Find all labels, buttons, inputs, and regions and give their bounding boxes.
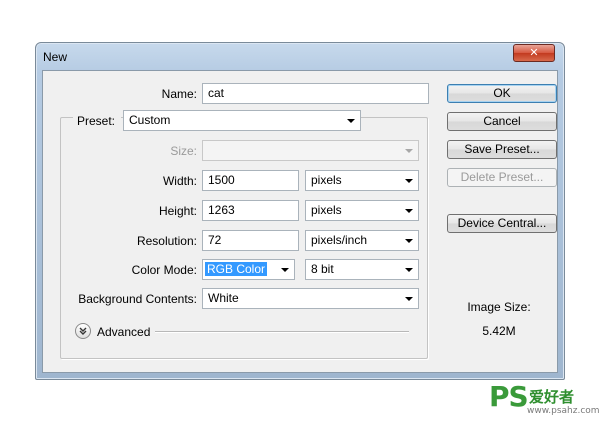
color-mode-value: RGB Color <box>205 262 268 276</box>
chevron-down-icon <box>281 268 289 272</box>
background-contents-value: White <box>208 291 239 305</box>
new-document-dialog: New ✕ Name: cat Preset: Custom Size: Wid… <box>35 42 565 380</box>
close-button[interactable]: ✕ <box>513 44 555 62</box>
image-size-label: Image Size: <box>467 300 531 314</box>
preset-select[interactable]: Custom <box>123 110 361 131</box>
chevron-down-icon <box>405 179 413 183</box>
size-select <box>202 140 419 161</box>
height-unit-select[interactable]: pixels <box>305 200 419 221</box>
height-input[interactable]: 1263 <box>202 200 299 221</box>
advanced-toggle[interactable] <box>75 323 91 339</box>
close-icon: ✕ <box>529 46 539 59</box>
chevron-down-icon <box>405 297 413 301</box>
image-size-value: 5.42M <box>482 324 516 338</box>
ok-button[interactable]: OK <box>447 84 557 103</box>
advanced-label[interactable]: Advanced <box>97 325 150 339</box>
save-preset-button[interactable]: Save Preset... <box>447 140 557 159</box>
color-mode-label: Color Mode: <box>131 263 197 277</box>
chevron-down-icon <box>405 149 413 153</box>
name-input[interactable]: cat <box>202 83 429 104</box>
title-bar[interactable]: New ✕ <box>36 43 564 71</box>
preset-value: Custom <box>129 113 171 127</box>
double-chevron-down-icon <box>79 327 87 335</box>
width-unit-select[interactable]: pixels <box>305 170 419 191</box>
size-label: Size: <box>170 144 197 158</box>
width-input[interactable]: 1500 <box>202 170 299 191</box>
color-mode-select[interactable]: RGB Color <box>202 259 295 280</box>
site-watermark: PS 爱好者 www.psahz.com <box>487 380 600 421</box>
width-label: Width: <box>162 174 197 188</box>
height-unit-value: pixels <box>311 203 342 217</box>
height-label: Height: <box>158 204 197 218</box>
resolution-unit-value: pixels/inch <box>311 233 368 247</box>
resolution-input[interactable]: 72 <box>202 230 299 251</box>
watermark-url: www.psahz.com <box>527 406 600 416</box>
watermark-text: 爱好者 <box>529 388 575 406</box>
bit-depth-value: 8 bit <box>311 262 334 276</box>
preset-label: Preset: <box>73 114 121 128</box>
chevron-down-icon <box>405 209 413 213</box>
chevron-down-icon <box>347 119 355 123</box>
resolution-label: Resolution: <box>136 234 197 248</box>
resolution-unit-select[interactable]: pixels/inch <box>305 230 419 251</box>
background-contents-label: Background Contents: <box>78 292 197 306</box>
chevron-down-icon <box>405 239 413 243</box>
advanced-divider <box>155 331 409 333</box>
width-unit-value: pixels <box>311 173 342 187</box>
watermark-logo: PS <box>489 380 529 413</box>
bit-depth-select[interactable]: 8 bit <box>305 259 419 280</box>
name-label: Name: <box>161 87 197 101</box>
background-contents-select[interactable]: White <box>202 288 419 309</box>
chevron-down-icon <box>405 268 413 272</box>
device-central-button[interactable]: Device Central... <box>447 214 557 233</box>
cancel-button[interactable]: Cancel <box>447 112 557 131</box>
dialog-body: Name: cat Preset: Custom Size: Width: 15… <box>42 70 558 373</box>
dialog-title: New <box>43 50 68 64</box>
delete-preset-button: Delete Preset... <box>447 168 557 187</box>
